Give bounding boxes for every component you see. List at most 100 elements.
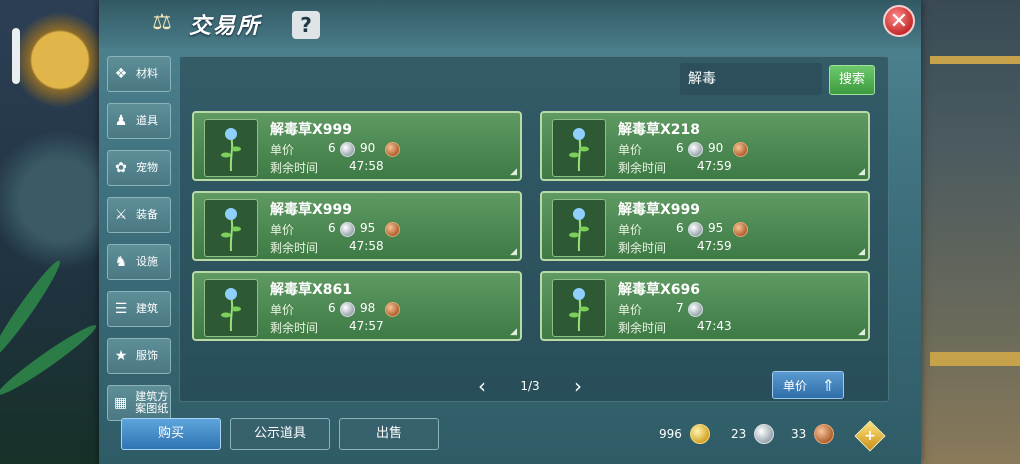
- category-sidebar: ❖ 材料 ♟ 道具 ✿ 宠物 ⚔ 装备 ♞ 设施 ☰ 建筑 ★ 服饰 ▦ 建筑方: [107, 56, 171, 421]
- listing-card[interactable]: 解毒草X999 单价 6 95 剩余时间 47:58 ◢: [192, 191, 522, 261]
- item-name: 解毒草X999: [270, 122, 353, 138]
- time-left-value: 47:43: [697, 319, 732, 333]
- listing-card[interactable]: 解毒草X696 单价 7 剩余时间 47:43 ◢: [540, 271, 870, 341]
- search-button[interactable]: 搜索: [829, 65, 875, 95]
- silver-coin-icon: [340, 302, 355, 317]
- item-name: 解毒草X999: [270, 202, 353, 218]
- corner-ornament-icon: ◢: [858, 327, 865, 337]
- silver-coin-icon: [754, 424, 775, 444]
- silver-coin-icon: [340, 142, 355, 157]
- copper-coin-icon: [733, 142, 748, 157]
- close-button[interactable]: ✕: [883, 5, 915, 37]
- time-left-label: 剩余时间: [270, 321, 319, 335]
- time-left-label: 剩余时间: [618, 241, 667, 255]
- time-left-label: 剩余时间: [618, 161, 667, 175]
- price-label: 单价: [618, 303, 643, 317]
- sidebar-item-materials[interactable]: ❖ 材料: [107, 56, 171, 92]
- sidebar-item-pets[interactable]: ✿ 宠物: [107, 150, 171, 186]
- price-silver: 6: [676, 141, 684, 155]
- time-left-value: 47:57: [349, 319, 384, 333]
- listing-area: 解毒 搜索 解毒草X999 单价 6 90 剩余时间 47:58 ◢ 解毒草X2…: [179, 56, 889, 402]
- sidebar-item-buildings[interactable]: ☰ 建筑: [107, 291, 171, 327]
- sort-by-price-button[interactable]: 单价 ⇑: [772, 371, 844, 399]
- scale-icon: ⚖: [152, 10, 172, 35]
- time-left-label: 剩余时间: [618, 321, 667, 335]
- corner-ornament-icon: ◢: [510, 167, 517, 177]
- page-title: 交易所: [189, 14, 262, 39]
- price-silver: 6: [328, 221, 336, 235]
- herb-icon: [552, 199, 606, 257]
- next-page-icon[interactable]: ›: [574, 375, 582, 397]
- add-currency-button[interactable]: +: [854, 420, 886, 452]
- sidebar-item-label: 建筑方案图纸: [135, 390, 169, 415]
- corner-ornament-icon: ◢: [510, 327, 517, 337]
- copper-coin-icon: [733, 222, 748, 237]
- sidebar-item-props[interactable]: ♟ 道具: [107, 103, 171, 139]
- scroll-indicator[interactable]: [12, 28, 20, 84]
- corner-ornament-icon: ◢: [858, 167, 865, 177]
- scenery-beam: [930, 56, 1020, 64]
- exchange-panel: ⚖ 交易所 ? ✕ ❖ 材料 ♟ 道具 ✿ 宠物 ⚔ 装备 ♞ 设施 ☰ 建筑: [99, 0, 921, 464]
- item-name: 解毒草X861: [270, 282, 353, 298]
- herb-icon: [204, 279, 258, 337]
- price-label: 单价: [618, 143, 643, 157]
- copper-coin-icon: [385, 142, 400, 157]
- silver-coin-icon: [688, 142, 703, 157]
- paw-icon: ✿: [115, 160, 127, 176]
- price-label: 单价: [270, 303, 295, 317]
- shirt-icon: ★: [114, 348, 128, 364]
- help-button[interactable]: ?: [292, 11, 320, 39]
- silver-coin-icon: [688, 302, 703, 317]
- price-label: 单价: [618, 223, 643, 237]
- ore-icon: ❖: [114, 66, 128, 82]
- copper-amount: 33: [791, 427, 807, 441]
- sidebar-item-label: 宠物: [136, 161, 158, 174]
- listing-card[interactable]: 解毒草X861 单价 6 98 剩余时间 47:57 ◢: [192, 271, 522, 341]
- sort-label: 单价: [783, 379, 808, 393]
- copper-coin-icon: [814, 424, 835, 444]
- gold-amount: 996: [659, 427, 682, 441]
- time-left-value: 47:58: [349, 159, 384, 173]
- sidebar-item-label: 服饰: [136, 349, 158, 362]
- gold-coin-icon: [689, 424, 710, 444]
- listing-card[interactable]: 解毒草X999 单价 6 90 剩余时间 47:58 ◢: [192, 111, 522, 181]
- silver-coin-icon: [688, 222, 703, 237]
- listing-card[interactable]: 解毒草X218 单价 6 90 剩余时间 47:59 ◢: [540, 111, 870, 181]
- price-label: 单价: [270, 143, 295, 157]
- price-copper: 90: [708, 141, 724, 155]
- corner-ornament-icon: ◢: [510, 247, 517, 257]
- price-label: 单价: [270, 223, 295, 237]
- silver-balance: 23: [731, 424, 775, 444]
- background-scene-right: [920, 0, 1020, 464]
- sidebar-item-label: 道具: [136, 114, 158, 127]
- time-left-value: 47:58: [349, 239, 384, 253]
- tab-sell[interactable]: 出售: [339, 418, 439, 450]
- herb-icon: [552, 279, 606, 337]
- time-left-value: 47:59: [697, 239, 732, 253]
- silver-amount: 23: [731, 427, 747, 441]
- title-bar: ⚖ 交易所 ? ✕: [99, 0, 921, 48]
- copper-coin-icon: [385, 222, 400, 237]
- copper-coin-icon: [385, 302, 400, 317]
- time-left-value: 47:59: [697, 159, 732, 173]
- item-name: 解毒草X218: [618, 122, 701, 138]
- sidebar-item-label: 装备: [136, 208, 158, 221]
- item-name: 解毒草X999: [618, 202, 701, 218]
- sidebar-item-blueprints[interactable]: ▦ 建筑方案图纸: [107, 385, 171, 421]
- flask-icon: ♟: [114, 113, 128, 129]
- listing-card[interactable]: 解毒草X999 单价 6 95 剩余时间 47:59 ◢: [540, 191, 870, 261]
- sort-arrow-icon: ⇑: [821, 376, 835, 395]
- sidebar-item-equipment[interactable]: ⚔ 装备: [107, 197, 171, 233]
- sidebar-item-label: 建筑: [136, 302, 158, 315]
- price-silver: 6: [328, 301, 336, 315]
- herb-icon: [204, 199, 258, 257]
- plus-icon: +: [864, 428, 876, 444]
- tab-public-items[interactable]: 公示道具: [230, 418, 330, 450]
- tab-buy[interactable]: 购买: [121, 418, 221, 450]
- sidebar-item-apparel[interactable]: ★ 服饰: [107, 338, 171, 374]
- search-input[interactable]: 解毒: [680, 63, 822, 95]
- sidebar-item-facilities[interactable]: ♞ 设施: [107, 244, 171, 280]
- price-copper: 95: [708, 221, 724, 235]
- price-silver: 6: [328, 141, 336, 155]
- price-copper: 95: [360, 221, 376, 235]
